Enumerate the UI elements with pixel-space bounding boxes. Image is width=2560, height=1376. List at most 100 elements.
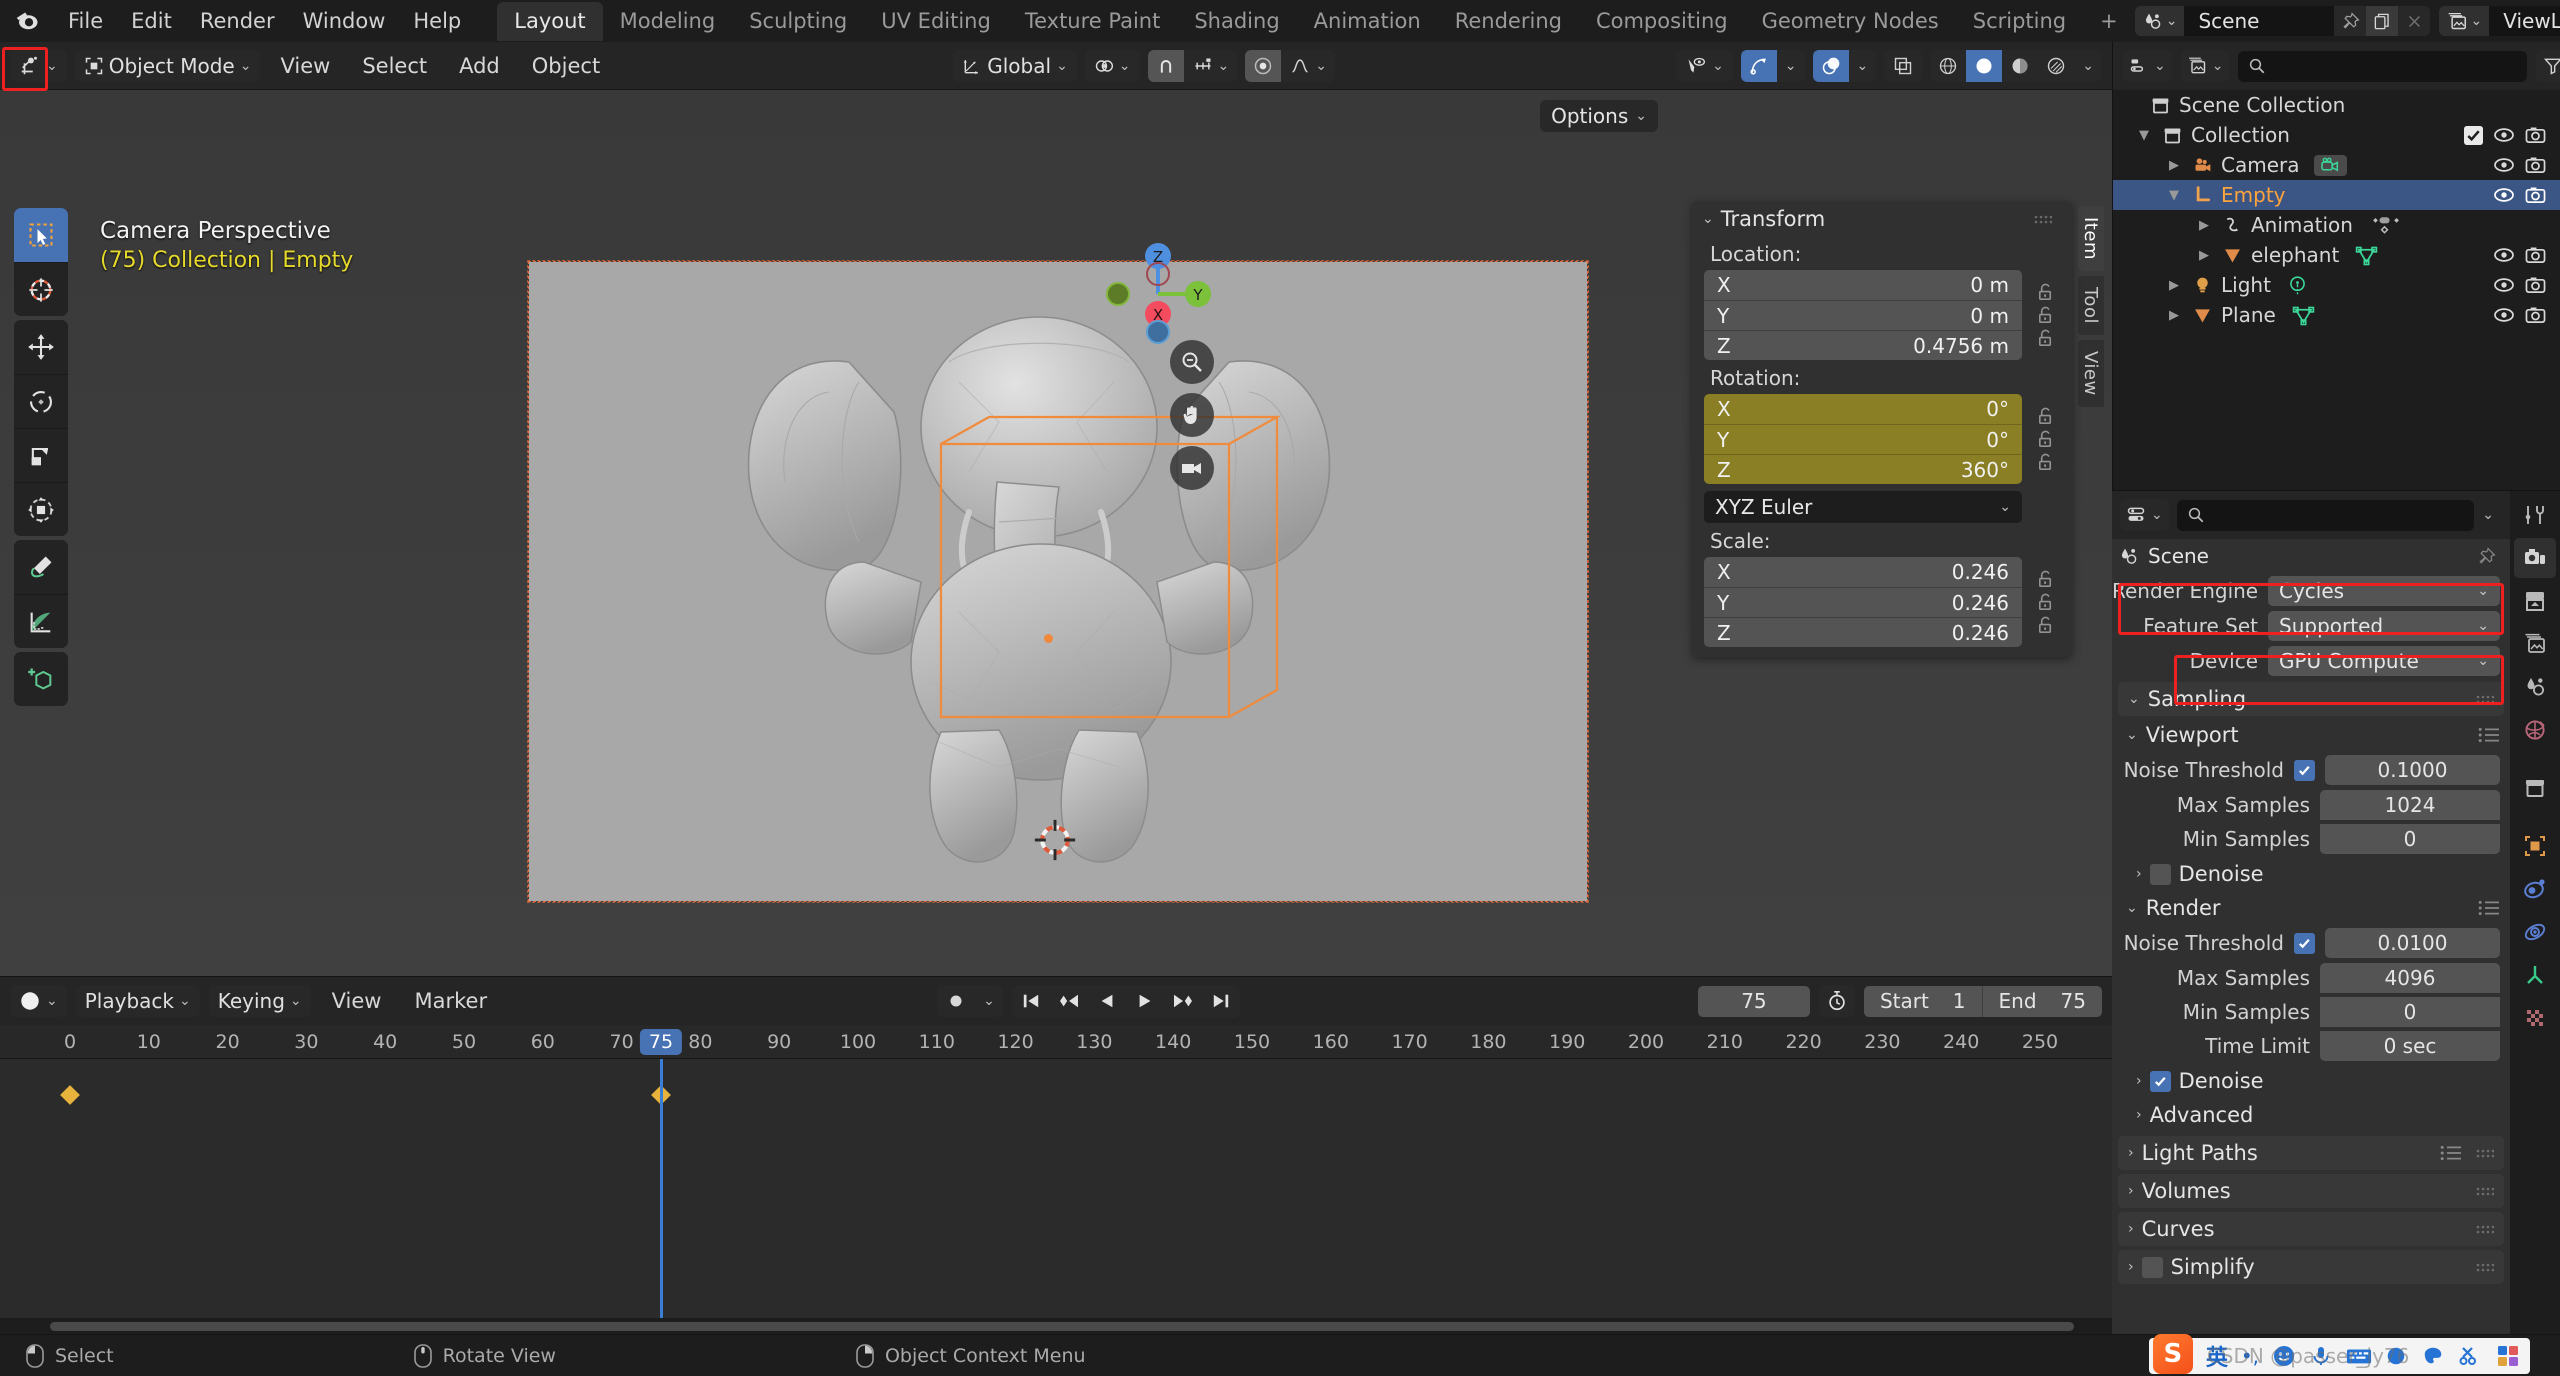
location-z-field[interactable]: Z 0.4756 m	[1704, 330, 2022, 360]
camera-render-icon[interactable]	[2525, 306, 2546, 325]
properties-options-chevron-icon[interactable]: ⌄	[2482, 507, 2502, 523]
shading-modes[interactable]: ⌄	[1930, 50, 2102, 82]
outliner-display-mode[interactable]: ⌄	[2181, 50, 2230, 82]
mesh-data-icon[interactable]	[2355, 245, 2378, 266]
render-engine-dropdown[interactable]: Cycles ⌄	[2268, 576, 2500, 606]
rotate-tool-icon[interactable]	[14, 374, 68, 428]
location-y-field[interactable]: Y 0 m	[1704, 300, 2022, 330]
auto-keying-icon[interactable]	[937, 985, 975, 1017]
render-denoise-checkbox[interactable]	[2150, 1071, 2171, 1092]
camera-render-icon[interactable]	[2525, 126, 2546, 145]
material-preview-icon[interactable]	[2002, 50, 2038, 82]
ime-toolbar[interactable]: S 英 •, CSDN @passer_jy76	[2149, 1338, 2530, 1374]
xray-toggle-icon[interactable]	[1884, 50, 1922, 82]
show-gizmo-icon[interactable]	[1741, 50, 1777, 82]
prev-keyframe-button[interactable]	[1050, 985, 1088, 1018]
viewlayer-icon[interactable]: ⌄	[2439, 6, 2489, 36]
lock-scale-x-icon[interactable]	[2030, 569, 2060, 590]
simplify-checkbox[interactable]	[2142, 1257, 2163, 1278]
timeline-marker-menu[interactable]: Marker	[402, 985, 499, 1017]
simplify-header[interactable]: › Simplify	[2118, 1250, 2504, 1284]
rotation-z-field[interactable]: Z 360°	[1704, 454, 2022, 484]
eye-icon[interactable]	[2493, 186, 2515, 204]
tab-material-icon[interactable]	[2514, 998, 2556, 1038]
ime-skin-icon[interactable]	[2420, 1345, 2446, 1367]
start-frame-field[interactable]: Start 1	[1864, 986, 1982, 1017]
outliner-row-elephant[interactable]: ▶ elephant	[2113, 240, 2560, 270]
tab-collection-icon[interactable]	[2514, 768, 2556, 808]
expand-toggle[interactable]: ▶	[2191, 248, 2217, 263]
expand-toggle[interactable]: ▶	[2161, 158, 2187, 173]
camera-render-icon[interactable]	[2525, 156, 2546, 175]
frame-range[interactable]: Start 1 End 75	[1864, 986, 2102, 1017]
move-tool-icon[interactable]	[14, 320, 68, 374]
outliner-row-plane[interactable]: ▶ Plane	[2113, 300, 2560, 330]
expand-toggle[interactable]: ▶	[2161, 278, 2187, 293]
scene-selector[interactable]: ⌄ Scene	[2135, 6, 2431, 36]
show-overlays-icon[interactable]	[1813, 50, 1849, 82]
expand-toggle[interactable]: ▶	[2191, 218, 2217, 233]
viewport-denoise-checkbox[interactable]	[2150, 864, 2171, 885]
tab-output-icon[interactable]	[2514, 581, 2556, 621]
current-frame-field[interactable]: 75	[1698, 986, 1810, 1017]
menu-render[interactable]: Render	[186, 5, 289, 37]
menu-window[interactable]: Window	[289, 5, 400, 37]
n-tab-tool[interactable]: Tool	[2078, 276, 2104, 335]
transform-tool-icon[interactable]	[14, 482, 68, 536]
scale-tool-icon[interactable]	[14, 428, 68, 482]
camera-render-icon[interactable]	[2525, 246, 2546, 265]
jump-to-end-button[interactable]	[1202, 985, 1240, 1018]
jump-to-start-button[interactable]	[1012, 985, 1050, 1018]
tab-object-icon[interactable]	[2514, 826, 2556, 866]
play-reverse-button[interactable]	[1088, 985, 1126, 1018]
keyframe-icon[interactable]	[2369, 214, 2401, 236]
lock-location-z-icon[interactable]	[2030, 328, 2060, 349]
sampling-section-header[interactable]: ⌄ Sampling	[2118, 682, 2504, 716]
wireframe-shading-icon[interactable]	[1930, 50, 1966, 82]
rotation-y-field[interactable]: Y 0°	[1704, 424, 2022, 454]
outliner-row-empty[interactable]: ▼ Empty	[2113, 180, 2560, 210]
tab-uv-editing[interactable]: UV Editing	[864, 2, 1008, 41]
outliner-search-field[interactable]	[2274, 55, 2517, 77]
ime-keyboard-icon[interactable]	[2346, 1345, 2372, 1367]
tab-geometry-nodes[interactable]: Geometry Nodes	[1745, 2, 1956, 41]
tab-data-icon[interactable]	[2514, 955, 2556, 995]
location-x-field[interactable]: X 0 m	[1704, 270, 2022, 300]
n-tab-item[interactable]: Item	[2078, 206, 2104, 271]
snapping-controls[interactable]: ⌄	[1148, 50, 1238, 82]
tab-sculpting[interactable]: Sculpting	[732, 2, 864, 41]
menu-file[interactable]: File	[54, 5, 117, 37]
lock-rotation-z-icon[interactable]	[2030, 452, 2060, 473]
expand-toggle[interactable]: ▼	[2131, 128, 2157, 143]
tab-scene-icon[interactable]	[2514, 667, 2556, 707]
viewport-min-samples-value[interactable]: 0	[2320, 824, 2500, 854]
tab-tool-icon[interactable]	[2514, 495, 2556, 535]
presets-icon[interactable]	[2478, 900, 2510, 916]
rotation-mode-selector[interactable]: XYZ Euler ⌄	[1704, 491, 2022, 523]
lock-location-x-icon[interactable]	[2030, 282, 2060, 303]
next-keyframe-button[interactable]	[1164, 985, 1202, 1018]
pin-icon[interactable]	[2334, 6, 2366, 36]
scale-y-field[interactable]: Y 0.246	[1704, 587, 2022, 617]
tab-rendering[interactable]: Rendering	[1438, 2, 1579, 41]
presets-icon[interactable]	[2478, 727, 2510, 743]
shading-dropdown[interactable]: ⌄	[2074, 50, 2102, 82]
new-scene-icon[interactable]	[2366, 6, 2398, 36]
overlay-dropdown[interactable]: ⌄	[1849, 50, 1877, 82]
timeline-editor-type-icon[interactable]: ⌄	[10, 985, 67, 1017]
ime-apps-icon[interactable]	[2496, 1344, 2520, 1368]
properties-search-input[interactable]	[2177, 500, 2475, 531]
presets-icon[interactable]	[2440, 1145, 2462, 1161]
viewport-menu-add[interactable]: Add	[447, 50, 512, 82]
rendered-shading-icon[interactable]	[2038, 50, 2074, 82]
properties-editor-type-icon[interactable]: ⌄	[2120, 499, 2169, 531]
snap-magnet-icon[interactable]	[1148, 50, 1184, 82]
tab-layout[interactable]: Layout	[497, 2, 602, 41]
scene-icon[interactable]: ⌄	[2135, 6, 2185, 36]
gizmo-controls[interactable]: ⌄	[1741, 50, 1805, 82]
eye-icon[interactable]	[2493, 156, 2515, 174]
menu-edit[interactable]: Edit	[117, 5, 186, 37]
light-paths-header[interactable]: › Light Paths	[2118, 1136, 2504, 1170]
auto-keying-dropdown[interactable]: ⌄	[975, 985, 1003, 1017]
collapse-chevron-icon[interactable]: ⌄	[1702, 211, 1714, 227]
